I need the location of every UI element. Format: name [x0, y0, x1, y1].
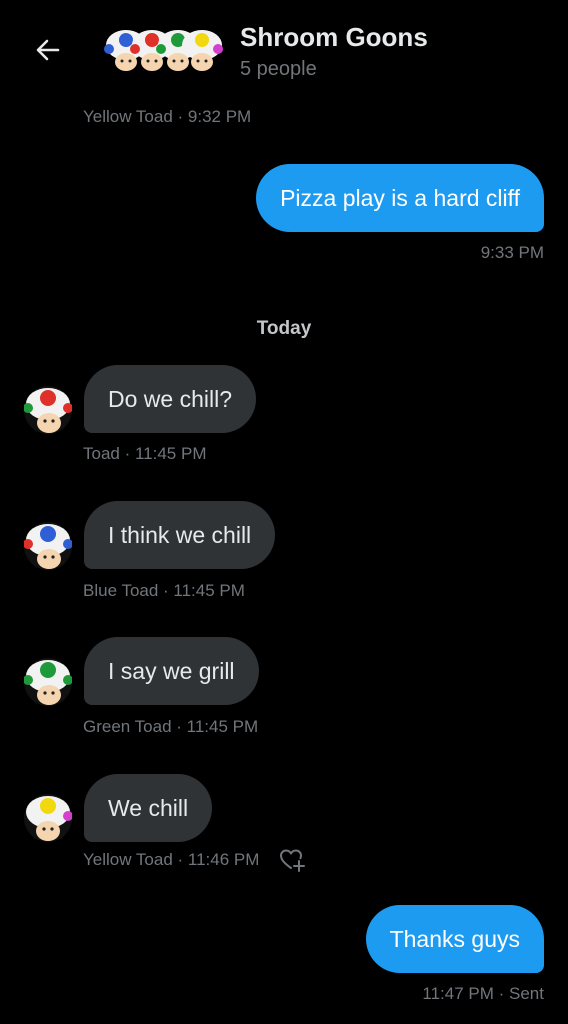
message-bubble[interactable]: I say we grill	[84, 637, 259, 705]
arrow-left-icon	[36, 39, 60, 61]
message-meta: Yellow Toad · 11:46 PM	[83, 850, 260, 869]
back-button[interactable]	[28, 30, 68, 70]
conversation-title[interactable]: Shroom Goons	[240, 22, 428, 53]
group-avatar[interactable]	[104, 28, 223, 72]
green-toad-icon[interactable]	[24, 658, 72, 706]
yellow-toad-icon	[182, 30, 223, 71]
message-meta: Blue Toad · 11:45 PM	[83, 581, 245, 600]
message-meta: Toad · 11:45 PM	[83, 444, 207, 463]
add-reaction-icon[interactable]	[278, 846, 306, 874]
yellow-toad-icon[interactable]	[24, 794, 72, 842]
message-meta: 11:47 PM · Sent	[422, 984, 544, 1003]
member-count[interactable]: 5 people	[240, 58, 317, 81]
message-bubble[interactable]: Pizza play is a hard cliff	[256, 164, 544, 232]
message-bubble[interactable]: I think we chill	[84, 501, 276, 569]
message-bubble[interactable]: Do we chill?	[84, 365, 256, 433]
message-meta: Yellow Toad · 9:32 PM	[83, 107, 252, 126]
message-bubble[interactable]: We chill	[84, 774, 213, 842]
message-meta: 9:33 PM	[480, 243, 544, 262]
red-toad-icon[interactable]	[24, 386, 72, 434]
blue-toad-icon[interactable]	[24, 522, 72, 570]
message-meta: Green Toad · 11:45 PM	[83, 717, 259, 736]
day-separator: Today	[256, 318, 312, 339]
conversation-header: Shroom Goons 5 people	[0, 0, 568, 100]
message-bubble[interactable]: Thanks guys	[365, 905, 544, 973]
